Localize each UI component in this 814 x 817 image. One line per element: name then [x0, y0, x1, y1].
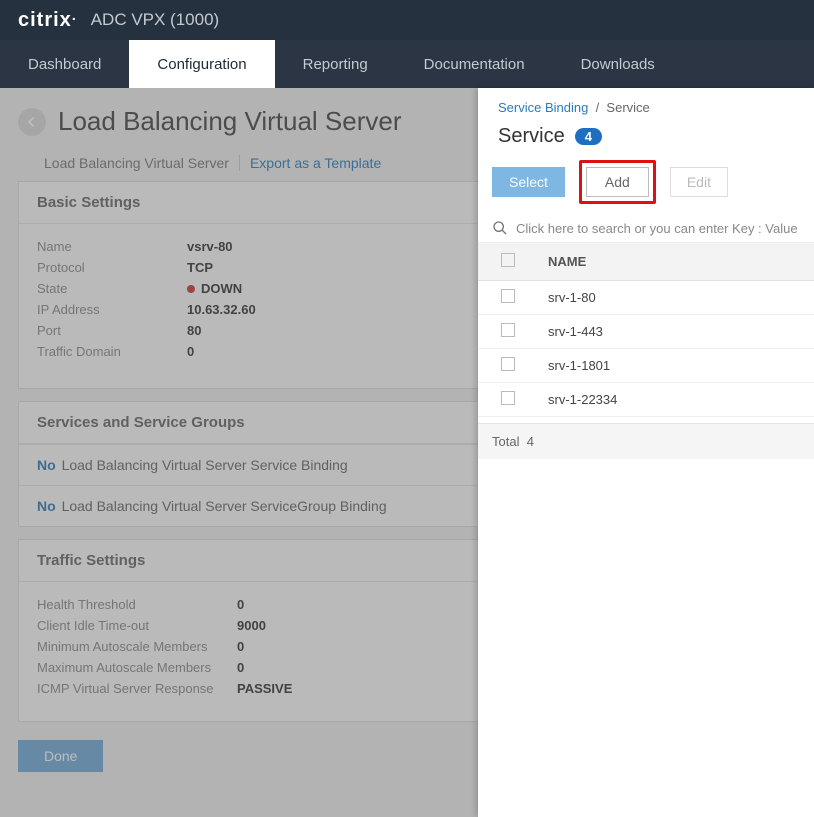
client-idle-label: Client Idle Time-out: [37, 618, 237, 633]
protocol-value: TCP: [187, 260, 213, 275]
service-count-badge: 4: [575, 128, 602, 145]
top-bar: citrix. ADC VPX (1000): [0, 0, 814, 40]
search-row[interactable]: Click here to search or you can enter Ke…: [478, 214, 814, 243]
service-name-cell: srv-1-443: [538, 315, 814, 349]
port-value: 80: [187, 323, 201, 338]
select-button[interactable]: Select: [492, 167, 565, 197]
ip-label: IP Address: [37, 302, 187, 317]
min-autoscale-label: Minimum Autoscale Members: [37, 639, 237, 654]
product-name: ADC VPX (1000): [91, 10, 220, 30]
min-autoscale-value: 0: [237, 639, 244, 654]
side-panel-title: Service: [498, 125, 565, 148]
icmp-response-label: ICMP Virtual Server Response: [37, 681, 237, 696]
select-all-checkbox[interactable]: [501, 253, 515, 267]
row-checkbox[interactable]: [501, 323, 515, 337]
column-name[interactable]: NAME: [538, 243, 814, 281]
state-label: State: [37, 281, 187, 296]
port-label: Port: [37, 323, 187, 338]
service-name-cell: srv-1-80: [538, 281, 814, 315]
row-checkbox[interactable]: [501, 357, 515, 371]
tab-reporting[interactable]: Reporting: [275, 40, 396, 88]
service-side-panel: Service Binding / Service Service 4 Sele…: [478, 88, 814, 817]
back-button[interactable]: [18, 108, 46, 136]
name-label: Name: [37, 239, 187, 254]
arrow-left-icon: [25, 115, 39, 129]
page-subtitle: Load Balancing Virtual Server: [44, 155, 229, 171]
done-button[interactable]: Done: [18, 740, 103, 772]
state-value: DOWN: [187, 281, 242, 296]
max-autoscale-value: 0: [237, 660, 244, 675]
max-autoscale-label: Maximum Autoscale Members: [37, 660, 237, 675]
protocol-label: Protocol: [37, 260, 187, 275]
main-tabs: Dashboard Configuration Reporting Docume…: [0, 40, 814, 88]
traffic-domain-label: Traffic Domain: [37, 344, 187, 359]
table-row[interactable]: srv-1-22334: [478, 383, 814, 417]
name-value: vsrv-80: [187, 239, 233, 254]
row-checkbox[interactable]: [501, 289, 515, 303]
page-title: Load Balancing Virtual Server: [58, 106, 402, 137]
export-template-link[interactable]: Export as a Template: [250, 155, 381, 171]
table-row[interactable]: srv-1-443: [478, 315, 814, 349]
tab-downloads[interactable]: Downloads: [553, 40, 683, 88]
total-row: Total 4: [478, 423, 814, 459]
health-threshold-label: Health Threshold: [37, 597, 237, 612]
divider: [239, 155, 240, 171]
ip-value: 10.63.32.60: [187, 302, 256, 317]
search-placeholder: Click here to search or you can enter Ke…: [516, 221, 800, 236]
table-row[interactable]: srv-1-1801: [478, 349, 814, 383]
service-table: NAME srv-1-80 srv-1-443 srv-1-1801 srv-1…: [478, 243, 814, 417]
breadcrumb-link[interactable]: Service Binding: [498, 100, 588, 115]
header-checkbox-cell: [478, 243, 538, 281]
add-button-highlight: Add: [579, 160, 656, 204]
tab-documentation[interactable]: Documentation: [396, 40, 553, 88]
tab-dashboard[interactable]: Dashboard: [0, 40, 129, 88]
traffic-domain-value: 0: [187, 344, 194, 359]
service-name-cell: srv-1-22334: [538, 383, 814, 417]
edit-button: Edit: [670, 167, 728, 197]
tab-configuration[interactable]: Configuration: [129, 40, 274, 88]
service-name-cell: srv-1-1801: [538, 349, 814, 383]
icmp-response-value: PASSIVE: [237, 681, 292, 696]
row-checkbox[interactable]: [501, 391, 515, 405]
add-button[interactable]: Add: [586, 167, 649, 197]
brand-logo: citrix.: [18, 9, 77, 32]
health-threshold-value: 0: [237, 597, 244, 612]
table-row[interactable]: srv-1-80: [478, 281, 814, 315]
client-idle-value: 9000: [237, 618, 266, 633]
search-icon: [492, 220, 508, 236]
breadcrumb: Service Binding / Service: [478, 88, 814, 123]
breadcrumb-current: Service: [606, 100, 649, 115]
